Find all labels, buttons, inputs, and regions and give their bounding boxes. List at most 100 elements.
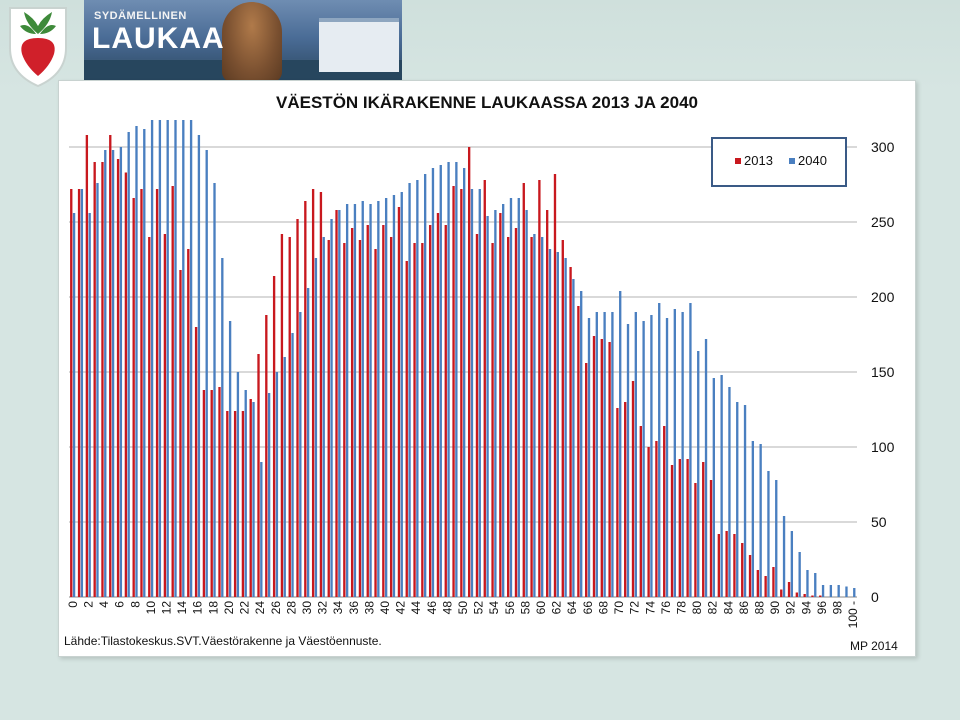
bar-2013-age-20 [226, 411, 229, 597]
bar-2013-age-49 [452, 186, 455, 597]
bar-2040-age-72 [634, 312, 637, 597]
y-tick-label: 100 [871, 439, 895, 455]
bar-2040-age-34 [338, 210, 341, 597]
y-tick-label: 150 [871, 364, 895, 380]
x-tick-label: 48 [440, 601, 454, 615]
x-tick-label: 6 [113, 601, 127, 608]
x-tick-label: 28 [284, 601, 298, 615]
x-tick-label: 0 [66, 601, 80, 608]
bar-2013-age-91 [780, 589, 783, 597]
x-tick-label: 38 [362, 601, 376, 615]
legend: 2013 2040 [711, 137, 847, 187]
bar-2013-age-68 [600, 339, 603, 597]
bar-2013-age-79 [686, 459, 689, 597]
shield-logo-icon [9, 7, 67, 88]
bar-2013-age-36 [350, 228, 354, 597]
bar-2040-age-7 [127, 132, 130, 597]
bar-2013-age-43 [405, 261, 408, 597]
bar-2040-age-70 [619, 291, 622, 597]
bar-2013-age-81 [702, 462, 705, 597]
bar-2040-age-95 [814, 573, 817, 597]
bar-2013-age-38 [366, 225, 369, 597]
bar-2013-age-82 [709, 480, 713, 597]
y-tick-labels: 0 50 100 150 200 250 300 [871, 139, 895, 605]
x-tick-label: 62 [550, 601, 564, 615]
bar-2040-age-40 [384, 198, 388, 597]
bar-2013-age-74 [647, 447, 650, 597]
bar-2040-age-66 [587, 318, 591, 597]
bar-2013-age-69 [608, 342, 611, 597]
y-tick-label: 250 [871, 214, 895, 230]
x-tick-label: 60 [534, 601, 548, 615]
bar-2040-age-71 [626, 324, 630, 597]
bar-2040-age-1 [80, 189, 84, 597]
bar-2013-age-64 [569, 267, 572, 597]
x-tick-label: 92 [784, 601, 798, 615]
bar-2013-age-31 [311, 189, 315, 597]
bar-2013-age-37 [358, 240, 362, 597]
bar-2040-age-79 [689, 303, 692, 597]
bar-2040-age-49 [455, 162, 458, 597]
bar-2013-age-72 [631, 381, 635, 597]
bar-2040-age-96 [821, 585, 825, 597]
x-tick-label: 12 [160, 601, 174, 615]
bar-2013-age-73 [639, 426, 642, 597]
x-tick-label: 10 [144, 601, 158, 615]
bar-2040-age-73 [642, 321, 645, 597]
bar-2013-age-21 [233, 411, 237, 597]
bar-2013-age-80 [694, 483, 697, 597]
x-tick-label: 56 [503, 601, 517, 615]
bar-2040-age-50 [463, 168, 466, 597]
bar-2013-age-33 [327, 240, 330, 597]
bar-2040-age-22 [244, 390, 247, 597]
x-tick-label: 24 [253, 601, 267, 615]
bar-2013-age-51 [467, 147, 471, 597]
bar-2040-age-61 [548, 249, 552, 597]
x-tick-label: 82 [706, 601, 720, 615]
bar-2013-age-47 [436, 213, 440, 597]
bar-2013-age-6 [116, 159, 120, 597]
x-tick-label: 94 [799, 601, 813, 615]
bar-2013-age-15 [187, 249, 190, 597]
x-tick-label: 58 [518, 601, 532, 615]
bar-2013-age-16 [194, 327, 198, 597]
legend-label-2040: 2040 [798, 153, 827, 168]
bar-2013-age-83 [717, 534, 720, 597]
bar-2013-age-88 [756, 570, 760, 597]
bar-2040-age-88 [759, 444, 762, 597]
bar-2013-age-55 [499, 213, 502, 597]
bar-2040-age-68 [603, 312, 606, 597]
x-tick-label: 16 [191, 601, 205, 615]
bar-2013-age-77 [670, 465, 674, 597]
bar-2013-age-28 [288, 237, 291, 597]
bar-2013-age-66 [585, 363, 588, 597]
bar-2040-age-46 [431, 168, 435, 597]
x-tick-label: 96 [815, 601, 829, 615]
bar-2040-age-78 [681, 312, 684, 597]
bar-2013-age-45 [421, 243, 424, 597]
x-tick-label: 88 [752, 601, 766, 615]
bar-2013-age-18 [210, 390, 213, 597]
bar-2013-age-27 [280, 234, 284, 597]
bar-2040-age-83 [720, 375, 723, 597]
bar-2013-age-46 [428, 225, 432, 597]
bar-2013-age-44 [413, 243, 416, 597]
bar-2040-age-10 [150, 120, 154, 597]
bar-2040-age-69 [611, 312, 614, 597]
x-tick-label: 44 [409, 601, 423, 615]
bar-2040-age-25 [267, 393, 271, 597]
bar-2040-age-54 [494, 210, 497, 597]
bar-2013-age-42 [397, 207, 401, 597]
x-tick-label: 86 [737, 601, 751, 615]
bar-2013-age-56 [507, 237, 510, 597]
bar-2013-age-23 [249, 399, 252, 597]
bar-2013-age-96 [819, 595, 822, 597]
source-note: Lähde:Tilastokeskus.SVT.Väestörakenne ja… [64, 634, 382, 648]
x-tick-label: 30 [300, 601, 314, 615]
bar-2040-age-55 [502, 204, 505, 597]
bar-2013-age-26 [272, 276, 276, 597]
bar-2040-age-77 [673, 309, 676, 597]
bar-2040-age-17 [205, 150, 208, 597]
bar-2040-age-80 [697, 351, 700, 597]
bar-2013-age-52 [475, 234, 479, 597]
